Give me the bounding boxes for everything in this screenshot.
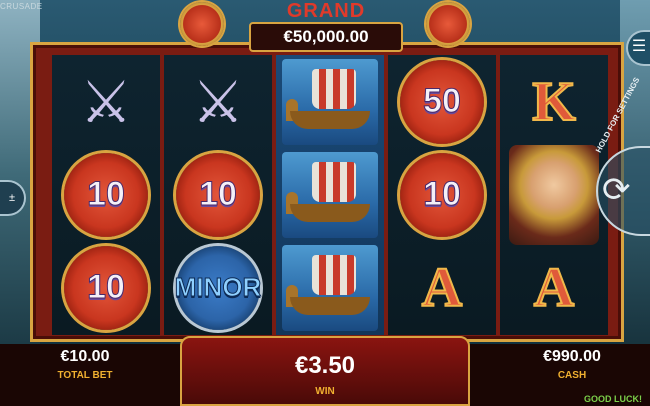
symbol-ship bbox=[276, 55, 384, 148]
symbol-coin: 10 bbox=[52, 241, 160, 334]
crossed-axes-icon: ⚔ bbox=[192, 69, 244, 135]
viking-warrior-icon bbox=[509, 144, 599, 245]
total-bet-value[interactable]: €10.00 bbox=[40, 348, 130, 366]
minor-label: MINOR bbox=[174, 272, 262, 303]
coin-value: 10 bbox=[87, 268, 126, 307]
reel-3 bbox=[276, 55, 384, 335]
jackpot-amount: €50,000.00 bbox=[249, 22, 403, 52]
longship-icon bbox=[282, 58, 378, 145]
coin-shield-icon: 50 bbox=[400, 59, 484, 144]
reel-4: 50 10 A bbox=[388, 55, 496, 335]
win-value: €3.50 bbox=[294, 352, 356, 379]
letter-k-symbol: K bbox=[531, 70, 577, 134]
symbol-ship bbox=[276, 148, 384, 241]
refresh-icon[interactable]: ⟳ bbox=[602, 170, 631, 210]
coin-shield-icon: 10 bbox=[64, 245, 148, 330]
coin-value: 10 bbox=[87, 175, 126, 214]
minor-shield-icon: MINOR bbox=[174, 245, 262, 330]
letter-a-symbol: A bbox=[533, 256, 575, 320]
symbol-axes: ⚔ bbox=[52, 55, 160, 148]
reel-1: ⚔ 10 10 bbox=[52, 55, 160, 335]
reels: ⚔ 10 10 ⚔ 10 MINOR 50 10 A K A bbox=[52, 55, 612, 335]
shield-ornament-left-icon bbox=[180, 2, 224, 46]
cash-value: €990.00 bbox=[543, 348, 601, 365]
coin-value: 50 bbox=[423, 82, 462, 121]
total-bet-label: TOTAL BET bbox=[57, 370, 113, 381]
symbol-minor-jackpot: MINOR bbox=[164, 241, 272, 334]
coin-shield-icon: 10 bbox=[176, 152, 260, 237]
coin-value: 10 bbox=[199, 175, 238, 214]
symbol-axes: ⚔ bbox=[164, 55, 272, 148]
symbol-letter-k: K bbox=[500, 55, 608, 148]
letter-a-symbol: A bbox=[421, 256, 463, 320]
longship-icon bbox=[282, 244, 378, 331]
symbol-coin: 50 bbox=[388, 55, 496, 148]
shield-ornament-right-icon bbox=[426, 2, 470, 46]
reel-2: ⚔ 10 MINOR bbox=[164, 55, 272, 335]
symbol-viking bbox=[500, 144, 608, 245]
reel-5: K A bbox=[500, 55, 608, 335]
symbol-coin: 10 bbox=[388, 148, 496, 241]
coin-shield-icon: 10 bbox=[64, 152, 148, 237]
hamburger-icon: ☰ bbox=[631, 38, 647, 55]
game-title: CRUSADE bbox=[0, 2, 43, 11]
plus-minus-icon: ± bbox=[8, 192, 16, 204]
status-message: GOOD LUCK! bbox=[584, 394, 642, 404]
coin-value: 10 bbox=[423, 175, 462, 214]
cash-label: CASH bbox=[557, 370, 587, 381]
symbol-ship bbox=[276, 241, 384, 334]
coin-shield-icon: 10 bbox=[400, 152, 484, 237]
symbol-letter-a: A bbox=[388, 241, 496, 334]
symbol-letter-a: A bbox=[500, 241, 608, 334]
crossed-axes-icon: ⚔ bbox=[80, 69, 132, 135]
grand-jackpot: GRAND €50,000.00 bbox=[236, 0, 416, 54]
symbol-coin: 10 bbox=[164, 148, 272, 241]
symbol-coin: 10 bbox=[52, 148, 160, 241]
jackpot-label: GRAND bbox=[286, 0, 366, 22]
win-label: WIN bbox=[315, 386, 335, 397]
longship-icon bbox=[282, 151, 378, 238]
